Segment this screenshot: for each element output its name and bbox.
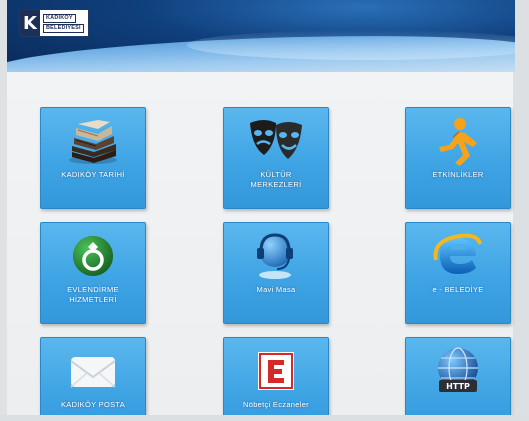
logo-line-2: BELEDİYESİ (43, 23, 84, 33)
bezel-left (0, 0, 7, 421)
tile-label: ETKİNLİKLER (432, 170, 484, 179)
municipality-logo[interactable]: K KADIKÖY BELEDİYESİ (19, 9, 89, 37)
tile-label: KADIKÖY TARİHİ (61, 170, 125, 179)
tile-kadikoy-posta[interactable]: KADIKÖY POSTA (40, 337, 146, 421)
kiosk-screen: K KADIKÖY BELEDİYESİ KADIKÖY TARİHİ KÜLT… (0, 0, 529, 421)
header-banner: K KADIKÖY BELEDİYESİ (7, 0, 515, 72)
tile-e-belediye[interactable]: e - BELEDİYE (405, 222, 511, 324)
svg-text:HTTP: HTTP (446, 382, 470, 391)
tile-label: KADIKÖY POSTA (60, 400, 126, 409)
tile-http[interactable]: HTTP (405, 337, 511, 421)
tile-kadikoy-tarihi[interactable]: KADIKÖY TARİHİ (40, 107, 146, 209)
internet-explorer-icon (406, 227, 510, 285)
running-person-icon (406, 112, 510, 170)
wedding-ring-icon (41, 227, 145, 285)
stacked-books-icon (41, 112, 145, 170)
logo-line-1: KADIKÖY (43, 13, 76, 23)
headset-globe-icon (224, 227, 328, 285)
bezel-right (513, 0, 529, 421)
tile-label: KÜLTÜR MERKEZLERİ (250, 170, 302, 189)
http-globe-icon: HTTP (406, 342, 510, 400)
tile-etkinlikler[interactable]: ETKİNLİKLER (405, 107, 511, 209)
pharmacy-e-icon (224, 342, 328, 400)
bezel-bottom (0, 415, 529, 421)
tile-evlendirme-hizmetleri[interactable]: EVLENDİRME HİZMETLERİ (40, 222, 146, 324)
envelope-icon (41, 342, 145, 400)
tile-label: e - BELEDİYE (432, 285, 484, 294)
tile-mavi-masa[interactable]: Mavi Masa (223, 222, 329, 324)
tile-label: EVLENDİRME HİZMETLERİ (67, 285, 119, 304)
tile-label: Nöbetçi Eczaneler (243, 400, 309, 409)
theater-masks-icon (224, 112, 328, 170)
tile-kultur-merkezleri[interactable]: KÜLTÜR MERKEZLERİ (223, 107, 329, 209)
logo-letter: K (20, 10, 40, 36)
logo-text: KADIKÖY BELEDİYESİ (40, 10, 88, 36)
tile-label: Mavi Masa (256, 285, 296, 294)
tile-nobetci-eczaneler[interactable]: Nöbetçi Eczaneler (223, 337, 329, 421)
